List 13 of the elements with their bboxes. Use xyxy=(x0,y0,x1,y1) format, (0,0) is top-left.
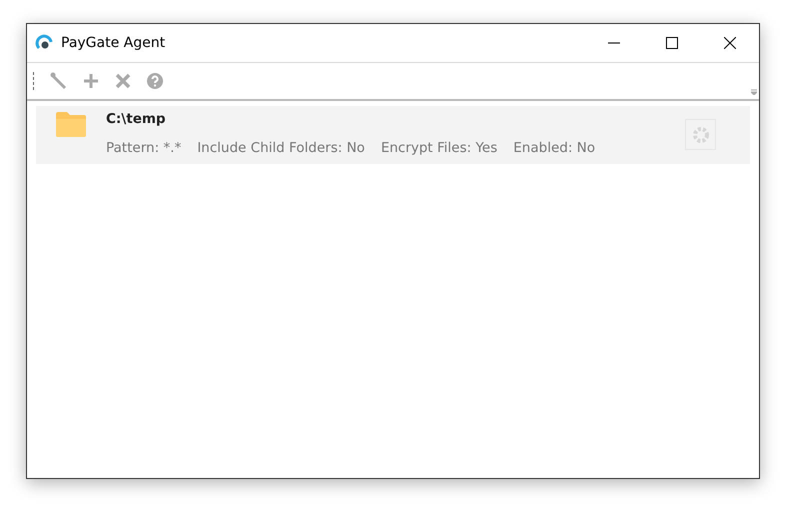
overflow-icon[interactable] xyxy=(751,89,757,95)
folder-detail: Pattern: *.* xyxy=(106,139,182,158)
folder-detail: Include Child Folders: No xyxy=(197,139,365,158)
settings-button[interactable] xyxy=(685,119,716,150)
folder-path: C:\temp xyxy=(106,110,167,129)
help-icon[interactable] xyxy=(144,70,166,92)
close-icon xyxy=(724,37,736,49)
window-title: PayGate Agent xyxy=(61,34,166,52)
folder-detail: Enabled: No xyxy=(513,139,596,158)
maximize-icon xyxy=(666,37,678,49)
folder-detail: Encrypt Files: Yes xyxy=(380,139,498,158)
folder-icon xyxy=(55,111,87,137)
folder-item[interactable]: C:\temp Pattern: *.* Include Child Folders: No Encrypt Files: Yes Enabled: No xyxy=(36,106,750,164)
